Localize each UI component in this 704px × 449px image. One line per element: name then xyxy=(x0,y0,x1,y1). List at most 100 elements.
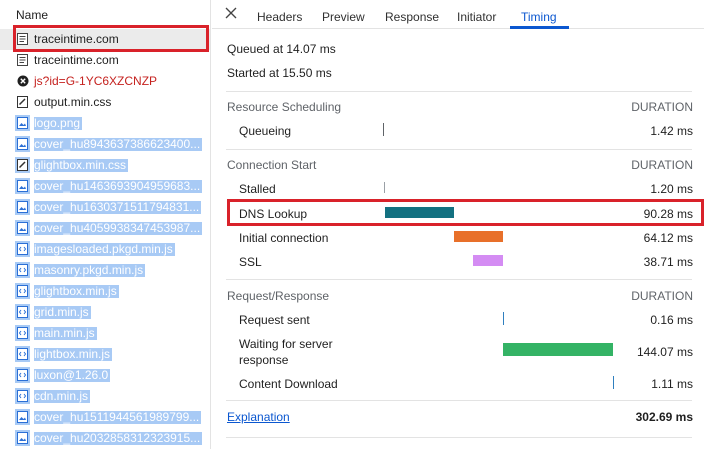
section-title-connection-start: Connection Start xyxy=(227,158,317,172)
request-row[interactable]: masonry.pkgd.min.js xyxy=(0,260,210,281)
section-title-resource-scheduling: Resource Scheduling xyxy=(227,100,342,114)
request-row[interactable]: grid.min.js xyxy=(0,302,210,323)
request-row[interactable]: traceintime.com xyxy=(0,29,210,50)
waiting-value: 144.07 ms xyxy=(636,345,693,359)
request-list: Name traceintime.com traceintime.com js?id… xyxy=(0,0,211,449)
request-name: cover_hu4059938347453987... xyxy=(34,221,203,235)
request-name: lightbox.min.js xyxy=(34,347,113,361)
script-icon xyxy=(15,367,30,383)
section-divider xyxy=(226,400,692,401)
script-icon xyxy=(15,304,30,320)
request-name: glightbox.min.js xyxy=(34,284,119,298)
request-sent-value: 0.16 ms xyxy=(650,313,693,327)
content-download-value: 1.11 ms xyxy=(651,377,693,391)
request-name: cover_hu2032858312323915... xyxy=(34,431,203,445)
tab-timing[interactable]: Timing xyxy=(521,10,557,24)
request-name: imagesloaded.pkgd.min.js xyxy=(34,242,175,256)
initial-connection-bar xyxy=(454,231,503,242)
request-row[interactable]: traceintime.com xyxy=(0,50,210,71)
script-icon xyxy=(15,283,30,299)
dns-lookup-bar xyxy=(385,207,454,218)
active-tab-indicator xyxy=(510,26,569,29)
request-name: main.min.js xyxy=(34,326,97,340)
request-row[interactable]: luxon@1.26.0 xyxy=(0,365,210,386)
request-name: traceintime.com xyxy=(34,32,119,46)
image-icon xyxy=(15,178,30,194)
image-icon xyxy=(15,136,30,152)
request-name: masonry.pkgd.min.js xyxy=(34,263,146,277)
section-divider xyxy=(226,91,692,92)
waiting-label-line2: response xyxy=(239,353,289,367)
stalled-bar xyxy=(384,182,385,193)
script-icon xyxy=(15,262,30,278)
request-sent-bar xyxy=(503,312,504,325)
initial-connection-value: 64.12 ms xyxy=(643,231,693,245)
duration-header: DURATION xyxy=(631,289,693,303)
script-icon xyxy=(15,346,30,362)
queued-at-text: Queued at 14.07 ms xyxy=(227,42,336,56)
stylesheet-icon xyxy=(17,96,28,108)
stylesheet-icon xyxy=(15,157,30,173)
request-row[interactable]: cover_hu1630371511794831... xyxy=(0,197,210,218)
request-row[interactable]: lightbox.min.js xyxy=(0,344,210,365)
content-download-label: Content Download xyxy=(239,377,338,391)
error-icon xyxy=(17,75,29,87)
request-row[interactable]: main.min.js xyxy=(0,323,210,344)
request-row[interactable]: cdn.min.js xyxy=(0,386,210,407)
duration-header: DURATION xyxy=(631,158,693,172)
image-icon xyxy=(15,220,30,236)
request-row[interactable]: glightbox.min.js xyxy=(0,281,210,302)
ssl-value: 38.71 ms xyxy=(643,255,693,269)
request-name: traceintime.com xyxy=(34,53,119,67)
duration-header: DURATION xyxy=(631,100,693,114)
waiting-label-line1: Waiting for server xyxy=(239,337,333,351)
tab-headers[interactable]: Headers xyxy=(257,10,302,24)
image-icon xyxy=(15,409,30,425)
tab-initiator[interactable]: Initiator xyxy=(457,10,496,24)
tab-response[interactable]: Response xyxy=(385,10,439,24)
request-name: grid.min.js xyxy=(34,305,91,319)
initial-connection-label: Initial connection xyxy=(239,231,329,245)
request-name: cdn.min.js xyxy=(34,389,91,403)
close-icon[interactable] xyxy=(224,6,238,20)
request-name: cover_hu1630371511794831... xyxy=(34,200,202,214)
request-row[interactable]: cover_hu4059938347453987... xyxy=(0,218,210,239)
request-row[interactable]: glightbox.min.css xyxy=(0,155,210,176)
script-icon xyxy=(15,325,30,341)
request-name: cover_hu1511944561989799... xyxy=(34,410,202,424)
request-row[interactable]: imagesloaded.pkgd.min.js xyxy=(0,239,210,260)
queueing-label: Queueing xyxy=(239,124,292,138)
request-name: luxon@1.26.0 xyxy=(34,368,111,382)
tab-preview[interactable]: Preview xyxy=(322,10,365,24)
image-icon xyxy=(15,199,30,215)
started-at-text: Started at 15.50 ms xyxy=(227,66,332,80)
waiting-bar xyxy=(503,343,613,356)
request-name: output.min.css xyxy=(34,95,112,109)
content-download-bar xyxy=(613,376,614,389)
script-icon xyxy=(15,241,30,257)
request-row[interactable]: cover_hu2032858312323915... xyxy=(0,428,210,449)
total-duration: 302.69 ms xyxy=(635,410,693,424)
explanation-link[interactable]: Explanation xyxy=(227,410,290,424)
request-row[interactable]: output.min.css xyxy=(0,92,210,113)
request-name: cover_hu8943637386623400... xyxy=(34,137,203,151)
request-row[interactable]: cover_hu8943637386623400... xyxy=(0,134,210,155)
request-name: glightbox.min.css xyxy=(34,158,129,172)
details-panel: Headers Preview Response Initiator Timin… xyxy=(212,0,704,449)
name-column-header[interactable]: Name xyxy=(0,0,210,28)
details-tabbar: Headers Preview Response Initiator Timin… xyxy=(212,0,704,29)
stalled-label: Stalled xyxy=(239,182,276,196)
request-name: js?id=G-1YC6XZCNZP xyxy=(34,74,158,88)
request-row[interactable]: logo.png xyxy=(0,113,210,134)
document-icon xyxy=(17,54,28,66)
dns-lookup-value: 90.28 ms xyxy=(643,207,693,221)
request-row[interactable]: cover_hu1463693904959683... xyxy=(0,176,210,197)
image-icon xyxy=(15,430,30,446)
request-row[interactable]: js?id=G-1YC6XZCNZP xyxy=(0,71,210,92)
script-icon xyxy=(15,388,30,404)
dns-lookup-label: DNS Lookup xyxy=(239,207,308,221)
stalled-value: 1.20 ms xyxy=(650,182,693,196)
request-row[interactable]: cover_hu1511944561989799... xyxy=(0,407,210,428)
queueing-value: 1.42 ms xyxy=(650,124,693,138)
queueing-bar xyxy=(383,123,384,136)
